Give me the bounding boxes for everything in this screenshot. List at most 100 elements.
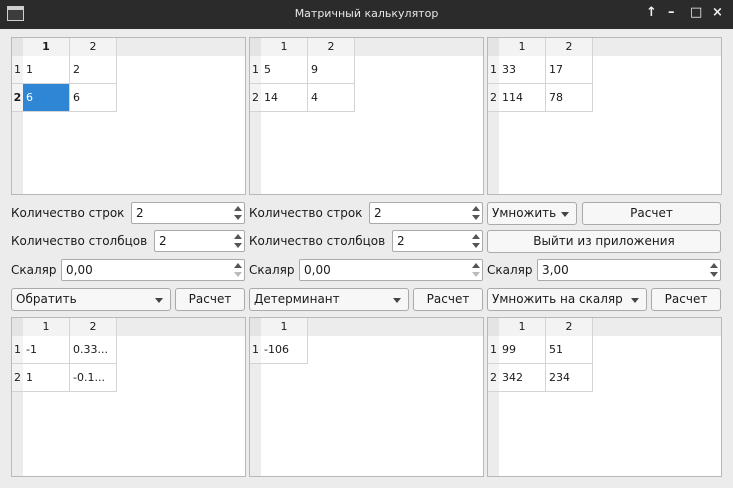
- row-header[interactable]: 2: [250, 84, 261, 112]
- spin-up-icon[interactable]: [472, 206, 480, 211]
- table-cell[interactable]: 1: [23, 364, 70, 392]
- b-op-combo[interactable]: Детерминант: [249, 288, 409, 311]
- result-b-table[interactable]: 1 1 -106: [249, 317, 484, 477]
- matrix-a-table[interactable]: 1 2 1 2 1 2 6 6: [11, 37, 246, 195]
- window-title: Матричный калькулятор: [294, 7, 439, 20]
- table-cell[interactable]: 9: [308, 56, 355, 84]
- matrix-c-table[interactable]: 1 2 1 2 33 17 114 78: [487, 37, 722, 195]
- c-calc-button[interactable]: Расчет: [651, 288, 721, 311]
- table-cell[interactable]: 342: [499, 364, 546, 392]
- b-scalar-value: 0,00: [304, 263, 331, 277]
- binary-calc-button[interactable]: Расчет: [582, 202, 721, 225]
- col-header[interactable]: 1: [23, 318, 70, 336]
- result-a-table[interactable]: 1 2 1 2 -1 0.33... 1 -0.1...: [11, 317, 246, 477]
- spin-down-icon[interactable]: [234, 243, 242, 248]
- spin-down-icon[interactable]: [472, 215, 480, 220]
- spin-down-icon[interactable]: [234, 215, 242, 220]
- maximize-icon[interactable]: □: [690, 5, 702, 20]
- table-cell[interactable]: -1: [23, 336, 70, 364]
- table-cell[interactable]: 0.33...: [70, 336, 117, 364]
- row-header[interactable]: 1: [12, 56, 23, 84]
- b-rows-spinbox[interactable]: 2: [369, 202, 483, 224]
- a-rows-label: Количество строк: [11, 206, 125, 220]
- chevron-down-icon: [155, 298, 163, 303]
- a-cols-value: 2: [159, 234, 167, 248]
- col-header[interactable]: 2: [70, 38, 117, 56]
- result-c-table[interactable]: 1 2 1 2 99 51 342 234: [487, 317, 722, 477]
- col-header[interactable]: 1: [499, 38, 546, 56]
- spin-up-icon[interactable]: [234, 234, 242, 239]
- table-cell[interactable]: 4: [308, 84, 355, 112]
- chevron-down-icon: [631, 298, 639, 303]
- table-cell[interactable]: -0.1...: [70, 364, 117, 392]
- table-cell-selected[interactable]: 6: [23, 84, 70, 112]
- table-cell[interactable]: 99: [499, 336, 546, 364]
- a-cols-label: Количество столбцов: [11, 234, 148, 248]
- spin-down-icon[interactable]: [710, 272, 718, 277]
- b-cols-value: 2: [397, 234, 405, 248]
- table-cell[interactable]: 6: [70, 84, 117, 112]
- col-header[interactable]: 2: [546, 318, 593, 336]
- spin-down-icon[interactable]: [472, 243, 480, 248]
- col-header[interactable]: 1: [23, 38, 70, 56]
- row-header[interactable]: 1: [488, 56, 499, 84]
- b-scalar-spinbox[interactable]: 0,00: [299, 259, 483, 281]
- spin-up-icon[interactable]: [472, 234, 480, 239]
- table-cell[interactable]: 17: [546, 56, 593, 84]
- table-cell[interactable]: 78: [546, 84, 593, 112]
- c-scalar-label: Скаляр: [487, 263, 533, 277]
- table-cell[interactable]: 2: [70, 56, 117, 84]
- table-cell[interactable]: 51: [546, 336, 593, 364]
- a-op-value: Обратить: [16, 292, 77, 306]
- row-header[interactable]: 1: [250, 336, 261, 364]
- a-rows-value: 2: [136, 206, 144, 220]
- table-cell[interactable]: 1: [23, 56, 70, 84]
- col-header[interactable]: 2: [70, 318, 117, 336]
- col-header[interactable]: 1: [499, 318, 546, 336]
- chevron-down-icon: [393, 298, 401, 303]
- binary-op-value: Умножить: [492, 206, 557, 220]
- spin-up-icon[interactable]: [710, 263, 718, 268]
- col-header[interactable]: 2: [546, 38, 593, 56]
- c-op-combo[interactable]: Умножить на скаляр: [487, 288, 647, 311]
- row-header[interactable]: 2: [488, 84, 499, 112]
- a-rows-spinbox[interactable]: 2: [131, 202, 245, 224]
- table-cell[interactable]: 14: [261, 84, 308, 112]
- table-cell[interactable]: 5: [261, 56, 308, 84]
- row-header[interactable]: 2: [488, 364, 499, 392]
- spin-up-icon[interactable]: [472, 263, 480, 268]
- exit-button[interactable]: Выйти из приложения: [487, 230, 721, 253]
- minimize-icon[interactable]: –: [668, 5, 675, 20]
- col-header[interactable]: 2: [308, 38, 355, 56]
- col-header[interactable]: 1: [261, 318, 308, 336]
- keep-above-icon[interactable]: ↑: [646, 5, 657, 20]
- binary-op-combo[interactable]: Умножить: [487, 202, 577, 225]
- b-cols-spinbox[interactable]: 2: [392, 230, 483, 252]
- c-scalar-spinbox[interactable]: 3,00: [537, 259, 721, 281]
- row-header[interactable]: 2: [12, 364, 23, 392]
- table-cell[interactable]: -106: [261, 336, 308, 364]
- b-cols-label: Количество столбцов: [249, 234, 386, 248]
- a-op-combo[interactable]: Обратить: [11, 288, 171, 311]
- close-icon[interactable]: ×: [712, 5, 723, 20]
- spin-up-icon[interactable]: [234, 206, 242, 211]
- row-header[interactable]: 1: [488, 336, 499, 364]
- a-cols-spinbox[interactable]: 2: [154, 230, 245, 252]
- spin-down-icon[interactable]: [472, 272, 480, 277]
- b-calc-button[interactable]: Расчет: [413, 288, 483, 311]
- table-cell[interactable]: 114: [499, 84, 546, 112]
- title-bar: Матричный калькулятор ↑ – □ ×: [0, 0, 733, 29]
- spin-down-icon[interactable]: [234, 272, 242, 277]
- a-calc-button[interactable]: Расчет: [175, 288, 245, 311]
- a-scalar-spinbox[interactable]: 0,00: [61, 259, 245, 281]
- row-header[interactable]: 1: [12, 336, 23, 364]
- matrix-b-table[interactable]: 1 2 1 2 5 9 14 4: [249, 37, 484, 195]
- spin-up-icon[interactable]: [234, 263, 242, 268]
- c-scalar-value: 3,00: [542, 263, 569, 277]
- table-cell[interactable]: 33: [499, 56, 546, 84]
- col-header[interactable]: 1: [261, 38, 308, 56]
- b-rows-value: 2: [374, 206, 382, 220]
- row-header[interactable]: 2: [12, 84, 23, 112]
- table-cell[interactable]: 234: [546, 364, 593, 392]
- row-header[interactable]: 1: [250, 56, 261, 84]
